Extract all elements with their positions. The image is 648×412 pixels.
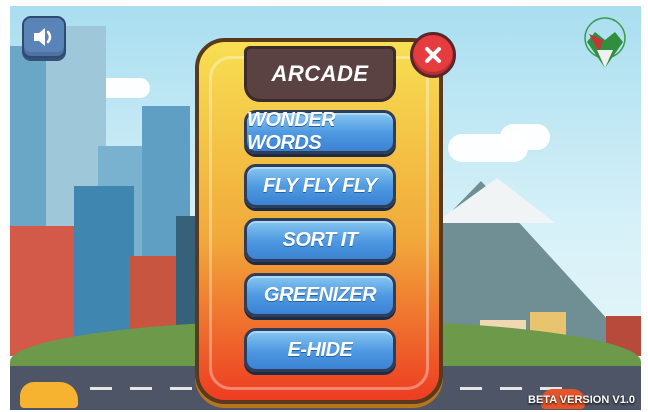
- lane-marking: [460, 387, 482, 390]
- wonder-words-button[interactable]: WONDER WORDS: [244, 109, 396, 154]
- greenizer-button[interactable]: GREENIZER: [244, 273, 396, 317]
- car: [20, 382, 78, 408]
- lane-marking: [170, 387, 192, 390]
- sound-button[interactable]: [22, 16, 66, 58]
- lane-marking: [500, 387, 522, 390]
- close-button[interactable]: [410, 32, 456, 78]
- fly-fly-fly-button[interactable]: FLY FLY FLY: [244, 164, 396, 208]
- organization-logo: [579, 16, 631, 78]
- close-icon: [425, 47, 441, 63]
- speaker-icon: [34, 28, 52, 46]
- mountain-snow: [435, 178, 555, 223]
- cloud: [500, 124, 550, 150]
- lane-marking: [130, 387, 152, 390]
- sort-it-button[interactable]: SORT IT: [244, 218, 396, 262]
- version-label: BETA VERSION V1.0: [528, 394, 635, 406]
- e-hide-button[interactable]: E-HIDE: [244, 328, 396, 372]
- menu-title: ARCADE: [244, 46, 396, 102]
- lane-marking: [90, 387, 112, 390]
